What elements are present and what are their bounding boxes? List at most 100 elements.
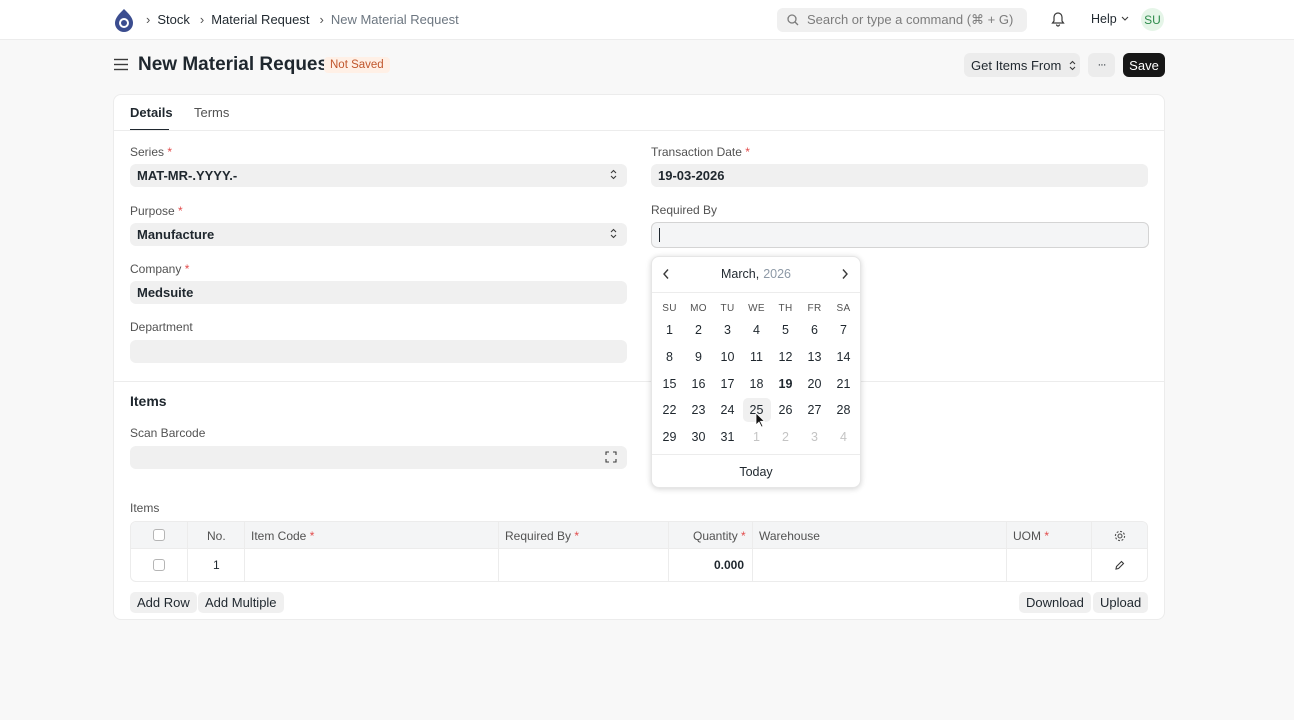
calendar-day[interactable]: 24 bbox=[714, 398, 742, 422]
calendar-day[interactable]: 2 bbox=[772, 425, 800, 449]
add-multiple-button[interactable]: Add Multiple bbox=[198, 592, 284, 613]
breadcrumb-stock[interactable]: Stock bbox=[157, 12, 190, 28]
calendar-day[interactable]: 28 bbox=[830, 398, 858, 422]
row-no: 1 bbox=[213, 558, 220, 572]
help-label: Help bbox=[1091, 12, 1117, 26]
calendar-day[interactable]: 2 bbox=[685, 318, 713, 342]
add-row-button[interactable]: Add Row bbox=[130, 592, 197, 613]
datepicker: March, 2026 SU MO TU WE TH FR SA 1 2 3 4 5 6 7 8 9 10 11 12… bbox=[651, 256, 861, 488]
department-field[interactable] bbox=[130, 340, 627, 363]
calendar-day[interactable]: 11 bbox=[743, 345, 771, 369]
text-caret bbox=[659, 228, 660, 242]
select-arrows-icon bbox=[1069, 60, 1076, 70]
weekday-header: SU bbox=[662, 303, 677, 314]
row-checkbox[interactable] bbox=[153, 559, 165, 571]
download-button[interactable]: Download bbox=[1019, 592, 1091, 613]
calendar-day[interactable]: 15 bbox=[656, 372, 684, 396]
calendar-day[interactable]: 1 bbox=[656, 318, 684, 342]
items-table: No. Item Code * Required By * Quantity *… bbox=[130, 521, 1148, 582]
edit-icon[interactable] bbox=[1115, 560, 1125, 570]
today-button[interactable]: Today bbox=[652, 454, 860, 489]
calendar-day[interactable]: 1 bbox=[743, 425, 771, 449]
calendar-day[interactable]: 29 bbox=[656, 425, 684, 449]
ellipsis-icon: ··· bbox=[1097, 59, 1107, 71]
calendar-day[interactable]: 8 bbox=[656, 345, 684, 369]
calendar-day[interactable]: 22 bbox=[656, 398, 684, 422]
calendar-day[interactable]: 19 bbox=[772, 372, 800, 396]
form-tabs: Details Terms bbox=[114, 95, 1164, 131]
calendar-day[interactable]: 10 bbox=[714, 345, 742, 369]
calendar-day[interactable]: 14 bbox=[830, 345, 858, 369]
form-card: Details Terms Series * MAT-MR-.YYYY.- Pu… bbox=[113, 94, 1165, 620]
weekday-header: FR bbox=[807, 303, 822, 314]
calendar-day[interactable]: 17 bbox=[714, 372, 742, 396]
calendar-day[interactable]: 3 bbox=[801, 425, 829, 449]
calendar-day[interactable]: 4 bbox=[830, 425, 858, 449]
search-input[interactable]: Search or type a command (⌘ + G) bbox=[777, 8, 1027, 32]
series-select[interactable]: MAT-MR-.YYYY.- bbox=[130, 164, 627, 187]
scan-barcode-input[interactable] bbox=[130, 446, 627, 469]
calendar-day[interactable]: 4 bbox=[743, 318, 771, 342]
calendar-day[interactable]: 27 bbox=[801, 398, 829, 422]
column-item-code: Item Code * bbox=[251, 529, 315, 543]
required-by-field[interactable] bbox=[651, 222, 1149, 248]
items-table-label: Items bbox=[130, 501, 160, 515]
table-row[interactable]: 1 0.000 bbox=[131, 549, 1147, 581]
tab-terms[interactable]: Terms bbox=[194, 105, 229, 120]
calendar-day[interactable]: 26 bbox=[772, 398, 800, 422]
datepicker-title[interactable]: March, 2026 bbox=[652, 267, 860, 281]
select-all-checkbox[interactable] bbox=[153, 529, 165, 541]
series-value: MAT-MR-.YYYY.- bbox=[137, 168, 238, 183]
column-uom: UOM * bbox=[1013, 529, 1050, 543]
breadcrumb-new-material-request[interactable]: New Material Request bbox=[331, 12, 459, 28]
required-by-label: Required By bbox=[651, 203, 718, 217]
notification-bell-icon[interactable] bbox=[1051, 11, 1065, 27]
search-placeholder: Search or type a command (⌘ + G) bbox=[807, 12, 1014, 27]
transaction-date-field[interactable]: 19-03-2026 bbox=[651, 164, 1148, 187]
weekday-header: SA bbox=[836, 303, 851, 314]
items-section-title[interactable]: Items bbox=[130, 393, 167, 409]
column-required-by: Required By * bbox=[505, 529, 580, 543]
chevron-right-icon: › bbox=[146, 12, 151, 27]
calendar-day[interactable]: 21 bbox=[830, 372, 858, 396]
more-actions-button[interactable]: ··· bbox=[1088, 53, 1115, 77]
calendar-day[interactable]: 3 bbox=[714, 318, 742, 342]
purpose-select[interactable]: Manufacture bbox=[130, 223, 627, 246]
series-label: Series * bbox=[130, 145, 173, 159]
transaction-date-label: Transaction Date * bbox=[651, 145, 750, 159]
section-divider bbox=[114, 381, 1164, 382]
calendar-day[interactable]: 16 bbox=[685, 372, 713, 396]
gear-icon[interactable] bbox=[1114, 530, 1126, 542]
calendar-day[interactable]: 20 bbox=[801, 372, 829, 396]
calendar-day[interactable]: 23 bbox=[685, 398, 713, 422]
tab-details[interactable]: Details bbox=[130, 105, 173, 120]
chevron-right-icon[interactable] bbox=[841, 268, 849, 280]
save-button[interactable]: Save bbox=[1123, 53, 1165, 77]
avatar[interactable]: SU bbox=[1141, 8, 1164, 31]
navbar: › Stock › Material Request › New Materia… bbox=[0, 0, 1294, 40]
weekday-header: TH bbox=[778, 303, 793, 314]
scan-icon[interactable] bbox=[605, 451, 617, 463]
calendar-day[interactable]: 9 bbox=[685, 345, 713, 369]
upload-button[interactable]: Upload bbox=[1093, 592, 1149, 613]
calendar-day[interactable]: 30 bbox=[685, 425, 713, 449]
calendar-day[interactable]: 6 bbox=[801, 318, 829, 342]
company-field[interactable]: Medsuite bbox=[130, 281, 627, 304]
table-header: No. Item Code * Required By * Quantity *… bbox=[131, 522, 1147, 549]
get-items-from-button[interactable]: Get Items From bbox=[964, 53, 1080, 77]
column-warehouse: Warehouse bbox=[759, 529, 820, 543]
calendar-day[interactable]: 12 bbox=[772, 345, 800, 369]
calendar-day[interactable]: 18 bbox=[743, 372, 771, 396]
calendar-day[interactable]: 13 bbox=[801, 345, 829, 369]
row-quantity[interactable]: 0.000 bbox=[714, 558, 744, 572]
scan-barcode-label: Scan Barcode bbox=[130, 426, 206, 440]
calendar-day[interactable]: 7 bbox=[830, 318, 858, 342]
purpose-label: Purpose * bbox=[130, 204, 183, 218]
calendar-day[interactable]: 5 bbox=[772, 318, 800, 342]
calendar-day[interactable]: 31 bbox=[714, 425, 742, 449]
app-logo-icon[interactable] bbox=[113, 8, 135, 32]
breadcrumb-material-request[interactable]: Material Request bbox=[211, 12, 309, 28]
sidebar-toggle-icon[interactable] bbox=[114, 58, 128, 71]
company-value: Medsuite bbox=[137, 285, 194, 300]
help-dropdown[interactable]: Help bbox=[1091, 12, 1129, 26]
